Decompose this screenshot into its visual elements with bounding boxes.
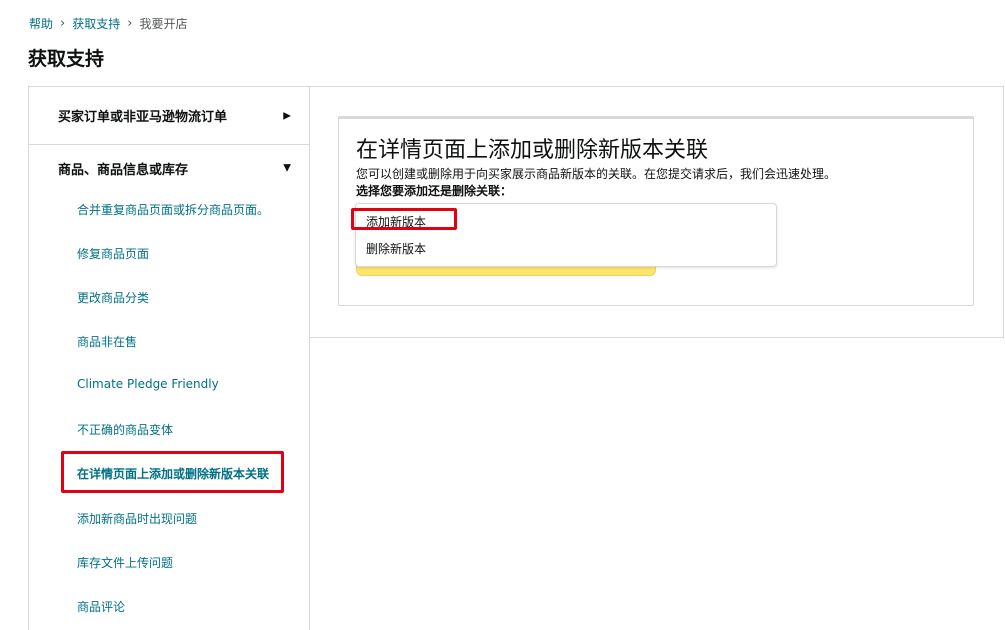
support-card: 在详情页面上添加或删除新版本关联 您可以创建或删除用于向买家展示商品新版本的关联… bbox=[338, 116, 974, 306]
main-content: 在详情页面上添加或删除新版本关联 您可以创建或删除用于向买家展示商品新版本的关联… bbox=[310, 86, 1004, 338]
chevron-right-icon: › bbox=[127, 15, 133, 31]
breadcrumb-current: 我要开店 bbox=[139, 16, 188, 31]
dropdown-option-add[interactable]: 添加新版本 bbox=[366, 213, 426, 230]
sidebar-item-new-version-link[interactable]: 在详情页面上添加或删除新版本关联 bbox=[77, 465, 269, 482]
sidebar-category-label: 商品、商品信息或库存 bbox=[58, 162, 189, 178]
sidebar-item-incorrect-variation[interactable]: 不正确的商品变体 bbox=[77, 421, 173, 438]
version-dropdown[interactable]: 添加新版本 删除新版本 bbox=[351, 203, 777, 267]
sidebar-category-products[interactable]: 商品、商品信息或库存 ▼ bbox=[29, 139, 309, 197]
sidebar-item-add-product-issue[interactable]: 添加新商品时出现问题 bbox=[77, 510, 197, 527]
sidebar-item-reviews[interactable]: 商品评论 bbox=[77, 598, 125, 615]
breadcrumb: 帮助 › 获取支持 › 我要开店 bbox=[29, 14, 187, 32]
sidebar-item-inventory-upload[interactable]: 库存文件上传问题 bbox=[77, 554, 173, 571]
caret-down-icon: ▼ bbox=[283, 162, 291, 174]
sidebar: 买家订单或非亚马逊物流订单 ▶ 商品、商品信息或库存 ▼ 合并重复商品页面或拆分… bbox=[28, 86, 310, 630]
sidebar-item-merge-split[interactable]: 合并重复商品页面或拆分商品页面。 bbox=[77, 201, 269, 218]
dropdown-option-remove[interactable]: 删除新版本 bbox=[366, 240, 426, 257]
card-title: 在详情页面上添加或删除新版本关联 bbox=[356, 138, 709, 163]
page-title: 获取支持 bbox=[28, 48, 105, 70]
sidebar-category-orders[interactable]: 买家订单或非亚马逊物流订单 ▶ bbox=[29, 87, 309, 145]
sidebar-item-change-category[interactable]: 更改商品分类 bbox=[77, 289, 149, 306]
caret-right-icon: ▶ bbox=[283, 110, 291, 121]
breadcrumb-get-support[interactable]: 获取支持 bbox=[72, 15, 120, 32]
breadcrumb-help[interactable]: 帮助 bbox=[29, 15, 53, 32]
card-description: 您可以创建或删除用于向买家展示商品新版本的关联。在您提交请求后，我们会迅速处理。 bbox=[356, 167, 837, 181]
chevron-right-icon: › bbox=[60, 15, 66, 31]
sidebar-category-label: 买家订单或非亚马逊物流订单 bbox=[58, 110, 228, 125]
sidebar-item-not-for-sale[interactable]: 商品非在售 bbox=[77, 333, 137, 350]
sidebar-item-climate-pledge[interactable]: Climate Pledge Friendly bbox=[77, 377, 219, 391]
sidebar-item-fix-page[interactable]: 修复商品页面 bbox=[77, 245, 149, 262]
card-select-label: 选择您要添加还是删除关联： bbox=[356, 184, 513, 198]
